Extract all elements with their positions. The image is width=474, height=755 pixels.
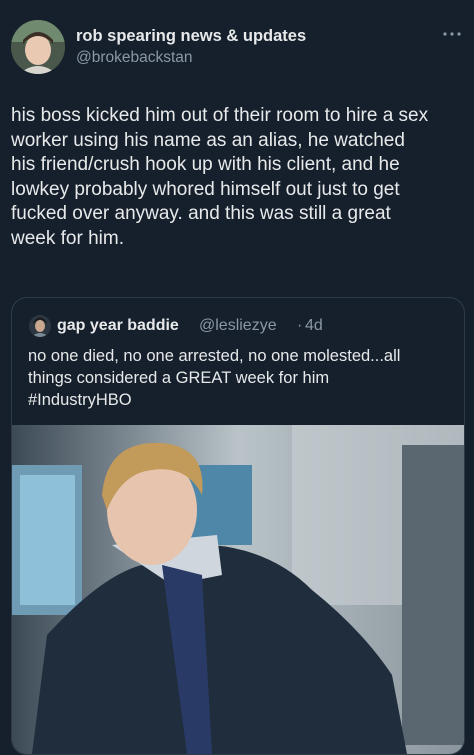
author-name[interactable]: rob spearing news & updates <box>76 27 306 46</box>
quoted-timestamp[interactable]: 4d <box>305 317 323 335</box>
author-handle[interactable]: @brokebackstan <box>76 49 193 67</box>
avatar-photo <box>11 20 65 74</box>
quoted-text-line: no one died, no one arrested, no one mol… <box>28 347 401 365</box>
quoted-tweet-text: no one died, no one arrested, no one mol… <box>28 345 458 411</box>
tweet-text-line: his friend/crush hook up with his client… <box>11 154 400 175</box>
quoted-author-handle[interactable]: @lesliezye <box>199 317 277 335</box>
quoted-text-line: things considered a GREAT week for him <box>28 369 330 387</box>
tweet-text-line: week for him. <box>11 227 124 249</box>
tweet-text-line: worker using his name as an alias, he wa… <box>11 129 405 151</box>
quoted-author-avatar[interactable] <box>29 315 51 337</box>
tweet-text-line: lowkey probably whored himself out just … <box>11 178 400 200</box>
separator-dot: · <box>297 317 303 334</box>
ellipsis-icon[interactable] <box>441 28 463 40</box>
quoted-text-line: #IndustryHBO <box>28 391 132 409</box>
quoted-author-name[interactable]: gap year baddie <box>57 317 179 335</box>
tweet-text-line: his boss kicked him out of their room to… <box>11 105 429 126</box>
tweet-text-line: fucked over anyway. and this was still a… <box>11 203 391 224</box>
quoted-avatar-photo <box>29 315 51 337</box>
tweet-author-avatar[interactable] <box>11 20 65 74</box>
tweet-text: his boss kicked him out of their room to… <box>11 104 469 251</box>
quoted-tweet-photo[interactable] <box>12 425 464 754</box>
quoted-tweet-card[interactable]: gap year baddie @lesliezye · 4d no one d… <box>11 297 465 755</box>
